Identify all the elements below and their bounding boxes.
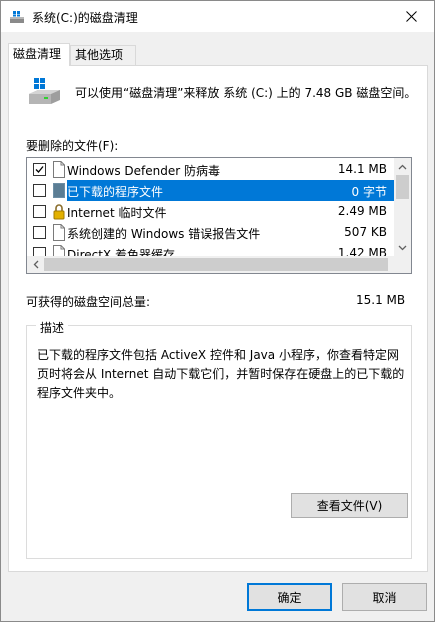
disk-cleanup-window: 系统(C:)的磁盘清理 磁盘清理 其他选项 可以使用“磁盘清理”来释放 系统 (… xyxy=(0,0,435,622)
lock-icon xyxy=(53,204,65,220)
file-name: 已下载的程序文件 xyxy=(67,185,164,199)
view-files-button[interactable]: 查看文件(V) xyxy=(291,493,408,518)
tab-panel: 可以使用“磁盘清理”来释放 系统 (C:) 上的 7.48 GB 磁盘空间。 要… xyxy=(8,65,428,572)
file-name: Internet 临时文件 xyxy=(67,206,167,220)
description-text: 已下载的程序文件包括 ActiveX 控件和 Java 小程序，你查看特定网页时… xyxy=(37,348,405,400)
description-group: 描述 已下载的程序文件包括 ActiveX 控件和 Java 小程序，你查看特定… xyxy=(26,319,412,559)
vertical-scrollbar[interactable] xyxy=(394,158,411,256)
cancel-button[interactable]: 取消 xyxy=(342,583,427,611)
scroll-down-button[interactable] xyxy=(394,239,411,256)
close-button[interactable] xyxy=(388,1,434,32)
drive-icon xyxy=(29,78,60,104)
file-name: 系统创建的 Windows 错误报告文件 xyxy=(67,227,261,241)
checkmark-icon xyxy=(35,166,44,173)
scroll-left-button[interactable] xyxy=(27,256,44,273)
horizontal-scrollbar[interactable] xyxy=(27,256,411,273)
file-icon xyxy=(53,161,65,178)
file-icon xyxy=(53,224,65,241)
ok-button[interactable]: 确定 xyxy=(247,583,332,611)
chevron-left-icon xyxy=(33,260,38,269)
chevron-up-icon xyxy=(398,164,407,169)
checkbox[interactable] xyxy=(33,226,46,239)
description-legend: 描述 xyxy=(36,319,69,336)
total-space-value: 15.1 MB xyxy=(356,293,406,307)
window-title: 系统(C:)的磁盘清理 xyxy=(32,11,138,25)
checkbox[interactable] xyxy=(33,163,46,176)
checkbox[interactable] xyxy=(33,184,46,197)
file-name: Windows Defender 防病毒 xyxy=(67,164,220,178)
files-to-delete-label: 要删除的文件(F): xyxy=(26,139,119,153)
title-bar[interactable]: 系统(C:)的磁盘清理 xyxy=(1,1,434,32)
horizontal-scroll-thumb[interactable] xyxy=(44,258,388,271)
scroll-up-button[interactable] xyxy=(394,158,411,175)
list-item[interactable]: 已下载的程序文件 0 字节 xyxy=(27,180,395,201)
file-size: 14.1 MB xyxy=(337,162,387,176)
list-item[interactable]: 系统创建的 Windows 错误报告文件 507 KB xyxy=(27,222,395,243)
list-item[interactable]: Internet 临时文件 2.49 MB xyxy=(27,201,395,222)
total-space-label: 可获得的磁盘空间总量: xyxy=(26,295,151,309)
intro-text: 可以使用“磁盘清理”来释放 系统 (C:) 上的 7.48 GB 磁盘空间。 xyxy=(75,86,417,100)
disk-cleanup-app-icon xyxy=(10,11,24,23)
chevron-down-icon xyxy=(398,245,407,250)
scrollbar-corner xyxy=(394,256,411,273)
list-item[interactable]: Windows Defender 防病毒 14.1 MB xyxy=(27,159,395,180)
tab-disk-cleanup[interactable]: 磁盘清理 xyxy=(8,43,70,66)
file-size: 507 KB xyxy=(344,225,387,239)
files-to-delete-list[interactable]: Windows Defender 防病毒 14.1 MB 已下载的程序文件 0 … xyxy=(26,157,412,274)
file-size: 0 字节 xyxy=(351,185,387,199)
file-size: 2.49 MB xyxy=(337,204,387,218)
vertical-scroll-thumb[interactable] xyxy=(396,175,409,199)
folder-icon xyxy=(53,183,65,198)
close-icon xyxy=(405,11,417,22)
checkbox[interactable] xyxy=(33,205,46,218)
tab-more-options[interactable]: 其他选项 xyxy=(70,45,136,65)
